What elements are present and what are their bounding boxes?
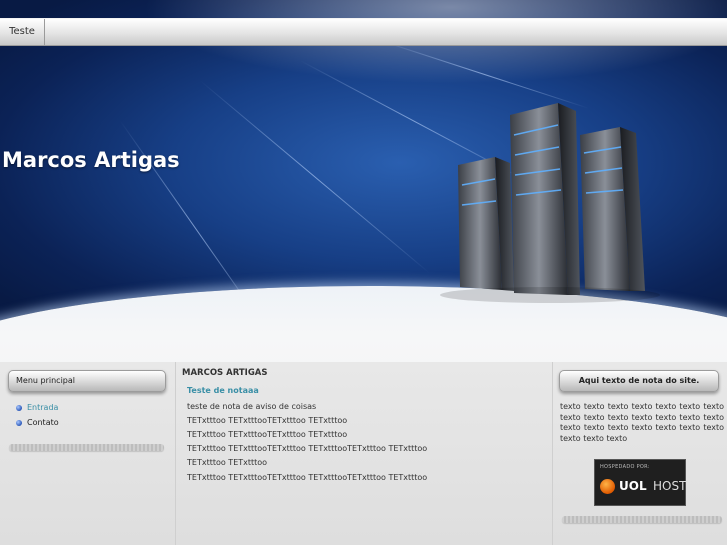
uol-logo-icon	[600, 479, 615, 494]
post-text-line: TETxtttoo TETxtttooTETxtttoo TETxtttoo	[187, 416, 348, 425]
content-area: Menu principal Entrada Contato MARCOS AR…	[0, 362, 727, 545]
nav-item-teste[interactable]: Teste	[0, 19, 45, 45]
site-title: Marcos Artigas	[2, 148, 180, 172]
header-banner: Marcos Artigas	[0, 0, 727, 362]
bullet-icon	[16, 419, 22, 426]
note-text: texto texto texto texto texto texto text…	[560, 402, 724, 443]
note-title: Aqui texto de nota do site.	[559, 370, 719, 392]
hosted-by-label: HOSPEDADO POR:	[600, 464, 650, 470]
post-text-line: TETxtttoo TETxtttooTETxtttoo TETxtttoo	[187, 430, 348, 439]
bullet-icon	[16, 404, 22, 411]
server-towers-illustration	[440, 103, 660, 303]
uol-host-badge[interactable]: HOSPEDADO POR: UOL HOST	[594, 459, 686, 506]
post-title-link[interactable]: Teste de notaaa	[187, 386, 259, 395]
post-text-line: TETxtttoo TETxtttooTETxtttoo TETxtttooTE…	[187, 444, 428, 453]
sidebar-title: Menu principal	[8, 370, 166, 392]
light-ray	[199, 80, 431, 274]
host-label: HOST	[653, 479, 687, 493]
sidebar-item-label: Contato	[27, 418, 59, 427]
uol-brand: UOL	[619, 479, 647, 493]
sidebar-item-contato[interactable]: Contato	[16, 418, 59, 427]
post-text-line: TETxtttoo TETxtttoo	[187, 458, 268, 467]
post-text-line: TETxtttoo TETxtttooTETxtttoo TETxtttooTE…	[187, 473, 428, 482]
left-sidebar: Menu principal Entrada Contato	[0, 362, 176, 545]
sidebar-divider	[9, 444, 164, 451]
sidebar-item-entrada[interactable]: Entrada	[16, 403, 58, 412]
main-column: MARCOS ARTIGAS Teste de notaaa teste de …	[176, 362, 553, 545]
sidebar-item-label: Entrada	[27, 403, 59, 412]
section-heading: MARCOS ARTIGAS	[182, 368, 268, 378]
right-sidebar: Aqui texto de nota do site. texto texto …	[553, 362, 727, 545]
top-navigation-bar: Teste	[0, 18, 727, 46]
post-text-line: teste de nota de aviso de coisas	[187, 402, 317, 411]
right-divider	[562, 516, 722, 523]
